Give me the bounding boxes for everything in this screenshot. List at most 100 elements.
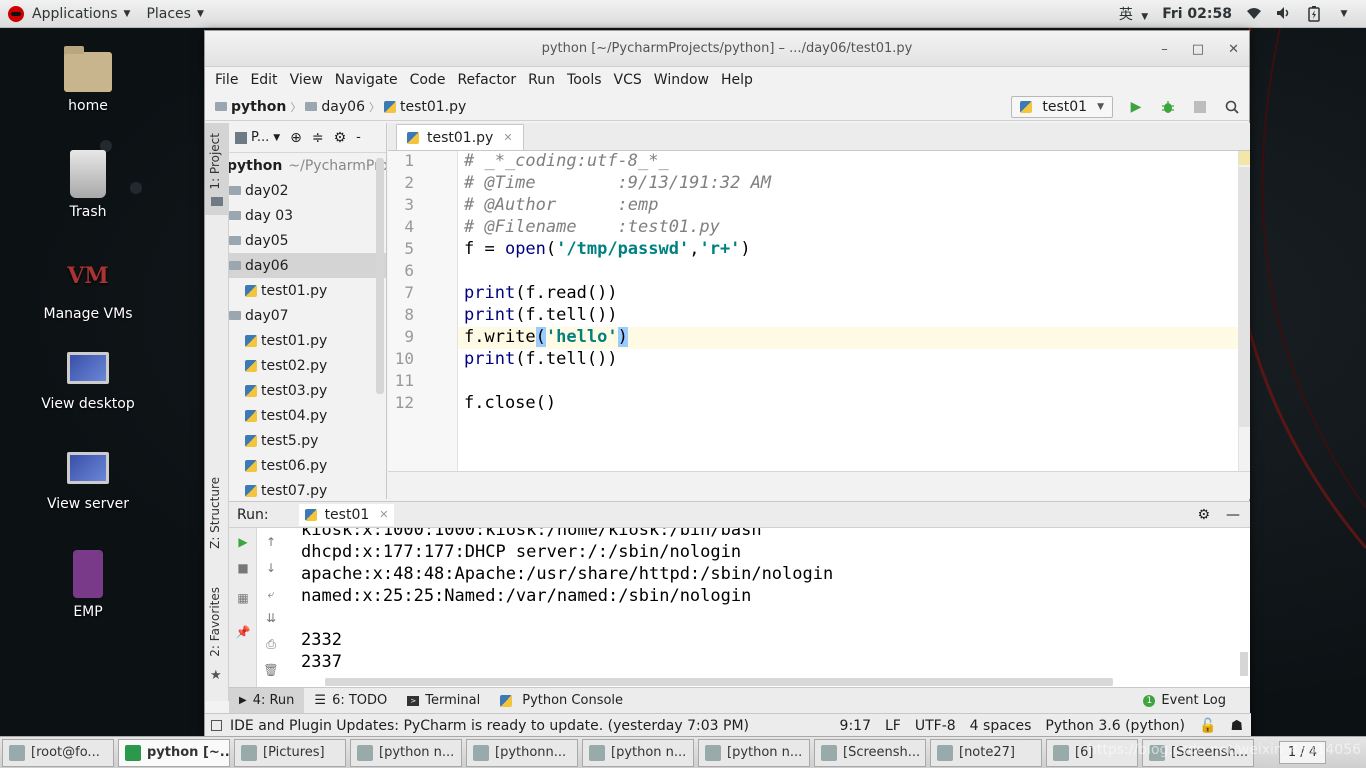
taskbar-item[interactable]: [python n... — [350, 738, 462, 767]
gear-icon[interactable]: ⚙ — [334, 130, 347, 146]
status-message[interactable]: IDE and Plugin Updates: PyCharm is ready… — [230, 718, 749, 734]
tree-file[interactable]: test07.py — [229, 478, 386, 499]
indent-setting[interactable]: 4 spaces — [970, 718, 1032, 734]
taskbar-item[interactable]: [python n... — [582, 738, 694, 767]
console-vertical-scrollbar[interactable] — [1240, 652, 1248, 676]
tree-folder[interactable]: day02 — [229, 178, 386, 203]
file-encoding[interactable]: UTF-8 — [915, 718, 956, 734]
hide-panel-icon[interactable]: — — [1226, 507, 1240, 523]
stop-icon[interactable] — [1191, 98, 1209, 116]
breadcrumb-project[interactable]: python — [215, 99, 286, 115]
tree-folder[interactable]: day05 — [229, 228, 386, 253]
battery-icon[interactable] — [1306, 5, 1322, 22]
taskbar-item[interactable]: [pythonn... — [466, 738, 578, 767]
tool-tab-structure[interactable]: Z: Structure — [208, 477, 222, 549]
wifi-icon[interactable] — [1246, 6, 1262, 22]
menu-file[interactable]: File — [209, 72, 244, 88]
minimize-button[interactable]: – — [1161, 42, 1168, 57]
tool-tab-project[interactable]: 1: Project — [208, 133, 222, 190]
tree-file[interactable]: test5.py — [229, 428, 386, 453]
tool-tab-run[interactable]: ▶ 4: Run — [229, 687, 305, 714]
desktop-icon-trash[interactable]: Trash — [33, 150, 143, 220]
run-configuration-select[interactable]: test01 ▼ — [1011, 95, 1113, 118]
tool-tab-terminal[interactable]: > Terminal — [397, 688, 490, 714]
menu-vcs[interactable]: VCS — [608, 72, 648, 88]
collapse-all-icon[interactable]: ≑ — [312, 130, 324, 146]
input-method-indicator[interactable]: 英 ▼ — [1119, 4, 1148, 24]
applications-menu[interactable]: Applications ▼ — [0, 0, 138, 28]
tree-folder[interactable]: day07 — [229, 303, 386, 328]
run-tab-test01[interactable]: test01 ✕ — [298, 503, 395, 526]
tree-file[interactable]: test04.py — [229, 403, 386, 428]
close-button[interactable]: ✕ — [1228, 42, 1239, 57]
tree-root[interactable]: python ~/PycharmProject — [229, 153, 386, 178]
run-icon[interactable]: ▶ — [1127, 98, 1145, 116]
desktop-icon-manage-vms[interactable]: VM Manage VMs — [33, 252, 143, 322]
taskbar-item[interactable]: [python n... — [698, 738, 810, 767]
tool-tab-favorites[interactable]: 2: Favorites — [208, 587, 222, 657]
desktop-icon-home[interactable]: home — [33, 46, 143, 114]
taskbar-item[interactable]: [Screensh... — [814, 738, 926, 767]
status-bar: IDE and Plugin Updates: PyCharm is ready… — [205, 713, 1251, 737]
menu-code[interactable]: Code — [404, 72, 452, 88]
power-menu-icon[interactable]: ▼ — [1336, 6, 1352, 22]
breadcrumb-file[interactable]: test01.py — [383, 99, 466, 115]
tool-tab-python-console[interactable]: Python Console — [490, 688, 633, 714]
layout-icon[interactable]: ▦ — [235, 590, 251, 606]
caret-position[interactable]: 9:17 — [840, 718, 871, 734]
tool-tab-todo[interactable]: ☰ 6: TODO — [304, 688, 397, 714]
taskbar-item[interactable]: [note27] — [930, 738, 1042, 767]
desktop-icon-view-desktop[interactable]: View desktop — [33, 352, 143, 412]
tree-file[interactable]: test01.py — [229, 278, 386, 303]
locate-file-icon[interactable]: ⊕ — [290, 130, 302, 146]
taskbar-item[interactable]: [root@fo... — [2, 738, 114, 767]
menu-tools[interactable]: Tools — [561, 72, 608, 88]
rerun-icon[interactable]: ▶ — [235, 534, 251, 550]
editor-scrollbar[interactable] — [1238, 151, 1250, 471]
menu-view[interactable]: View — [284, 72, 329, 88]
close-tab-icon[interactable]: ✕ — [379, 508, 388, 521]
desktop-icon-emp[interactable]: EMP — [33, 550, 143, 620]
taskbar-item[interactable]: [Pictures] — [234, 738, 346, 767]
tree-file[interactable]: test06.py — [229, 453, 386, 478]
menu-run[interactable]: Run — [522, 72, 561, 88]
menu-edit[interactable]: Edit — [244, 72, 283, 88]
menu-navigate[interactable]: Navigate — [329, 72, 404, 88]
debug-icon[interactable] — [1159, 98, 1177, 116]
menu-refactor[interactable]: Refactor — [451, 72, 522, 88]
code-area[interactable]: 1 2 3 4 5 6 7 8 9 10 11 12 # _*_coding:utf-8_*_ # @T… — [388, 151, 1250, 471]
toggle-tool-windows-icon[interactable] — [211, 720, 222, 731]
tree-file[interactable]: test03.py — [229, 378, 386, 403]
search-icon[interactable] — [1223, 98, 1241, 116]
volume-icon[interactable] — [1276, 6, 1292, 22]
console-horizontal-scrollbar[interactable] — [325, 678, 1113, 686]
project-view-select[interactable]: P... ▼ — [235, 130, 280, 145]
menu-help[interactable]: Help — [715, 72, 759, 88]
console-output[interactable]: kiosk:x:1000:1000:kiosk:/home/kiosk:/bin… — [269, 528, 1239, 678]
pin-icon[interactable]: 📌 — [235, 624, 251, 640]
tree-folder[interactable]: day 03 — [229, 203, 386, 228]
breadcrumb-folder[interactable]: day06 — [305, 99, 365, 115]
editor-tab-test01[interactable]: test01.py ✕ — [396, 124, 524, 150]
hide-panel-icon[interactable]: - — [356, 130, 361, 145]
tree-folder[interactable]: day06 — [229, 253, 386, 278]
taskbar-item[interactable]: python [~... — [118, 738, 230, 767]
clock[interactable]: Fri 02:58 — [1162, 6, 1232, 22]
gear-icon[interactable]: ⚙ — [1197, 507, 1210, 523]
editor-scroll-thumb[interactable] — [1239, 167, 1250, 427]
window-titlebar[interactable]: python [~/PycharmProjects/python] – .../… — [205, 31, 1249, 67]
python-interpreter[interactable]: Python 3.6 (python) — [1045, 718, 1185, 734]
places-menu[interactable]: Places ▼ — [138, 0, 211, 28]
stop-icon[interactable]: ■ — [235, 560, 251, 576]
tree-file[interactable]: test02.py — [229, 353, 386, 378]
close-tab-icon[interactable]: ✕ — [503, 131, 512, 144]
desktop-icon-view-server[interactable]: View server — [33, 452, 143, 512]
inspector-icon[interactable]: ☗ — [1230, 718, 1243, 734]
tool-tab-event-log[interactable]: 1 Event Log — [1133, 688, 1236, 714]
project-scrollbar[interactable] — [376, 158, 384, 394]
line-separator[interactable]: LF — [885, 718, 901, 734]
menu-window[interactable]: Window — [648, 72, 715, 88]
lock-icon[interactable]: 🔓 — [1199, 718, 1216, 734]
maximize-button[interactable]: □ — [1192, 42, 1204, 57]
tree-file[interactable]: test01.py — [229, 328, 386, 353]
